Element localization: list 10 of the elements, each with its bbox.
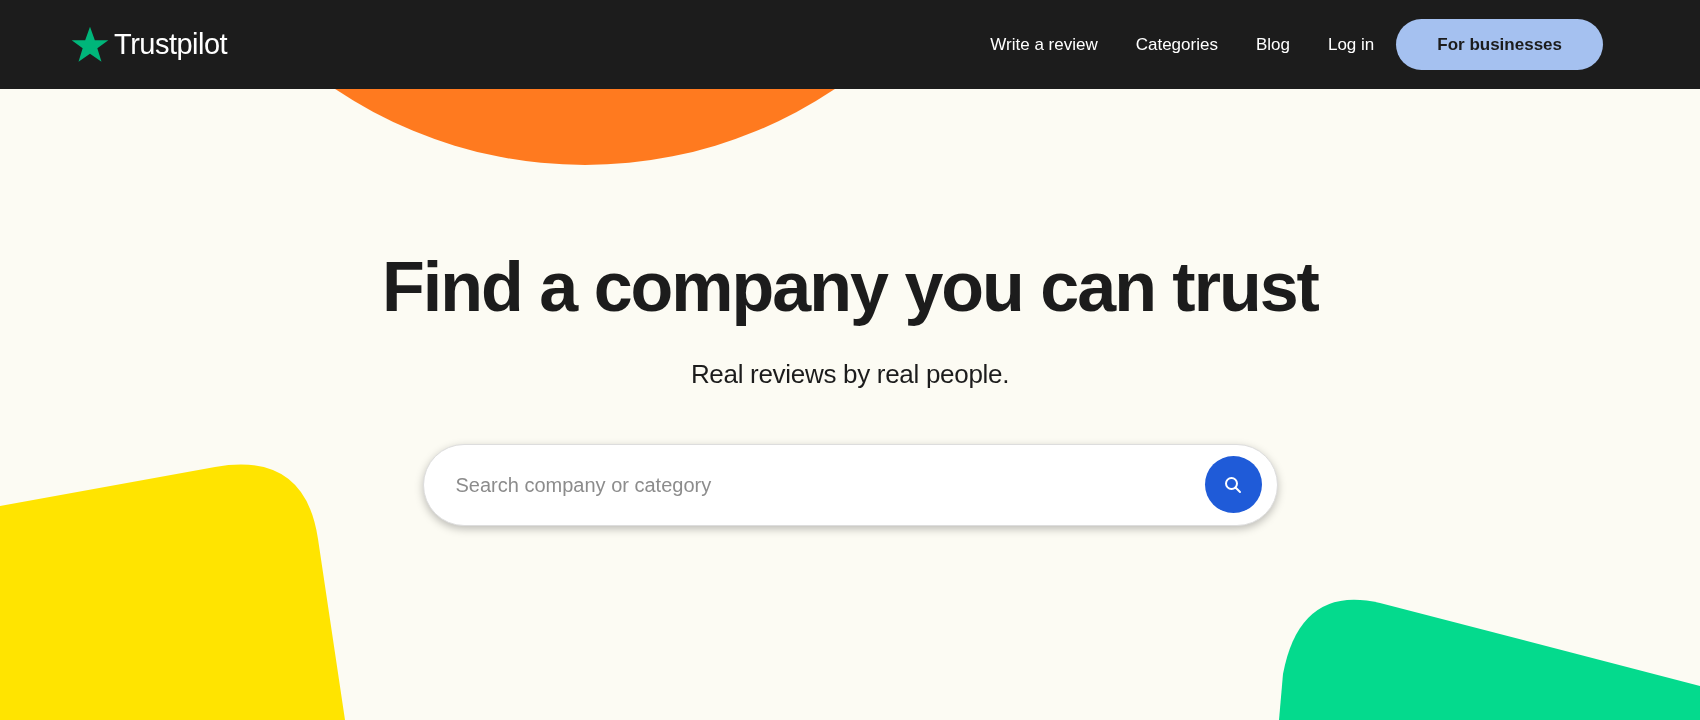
logo-text[interactable]: Trustpilot — [114, 28, 228, 61]
search-field[interactable]: Search company or category — [422, 444, 1278, 526]
hero-subtitle: Real reviews by real people. — [690, 358, 1010, 391]
hero-heading: Find a company you can trust — [382, 247, 1318, 327]
nav-link[interactable]: Write a review — [971, 26, 1117, 63]
search-icon — [1224, 475, 1242, 494]
for-businesses-button[interactable]: For businesses — [1396, 19, 1603, 70]
nav-link[interactable]: Log in — [1308, 26, 1394, 63]
nav-link[interactable]: Categories — [1116, 26, 1237, 63]
nav-link[interactable]: Blog — [1236, 26, 1309, 63]
